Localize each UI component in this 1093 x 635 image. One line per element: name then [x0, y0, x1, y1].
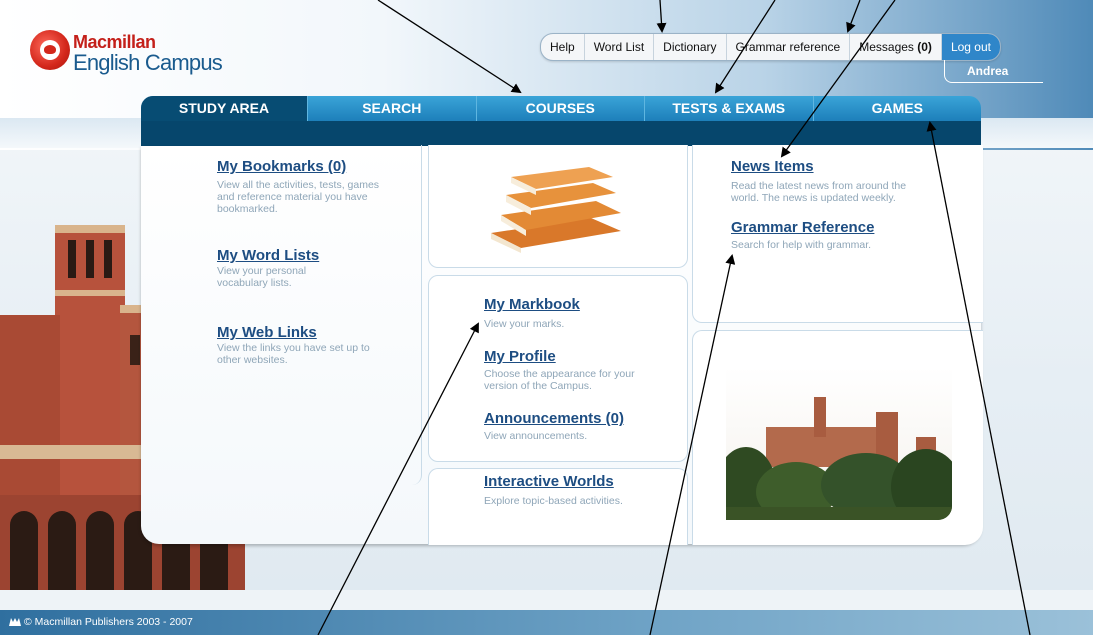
grammar-reference-link[interactable]: Grammar reference: [727, 34, 851, 60]
tab-tests-exams[interactable]: TESTS & EXAMS: [645, 96, 814, 121]
my-bookmarks-link[interactable]: My Bookmarks (0): [217, 158, 346, 175]
my-web-links-desc: View the links you have set up to other …: [217, 342, 370, 366]
dictionary-link[interactable]: Dictionary: [654, 34, 727, 60]
logout-button[interactable]: Log out: [941, 34, 1000, 60]
my-profile-link[interactable]: My Profile: [484, 348, 556, 365]
interactive-worlds-desc: Explore topic-based activities.: [484, 495, 623, 507]
tab-search[interactable]: SEARCH: [308, 96, 477, 121]
grammar-reference-desc: Search for help with grammar.: [731, 239, 872, 251]
announcements-desc: View announcements.: [484, 430, 588, 442]
copyright-text: © Macmillan Publishers 2003 - 2007: [24, 616, 193, 628]
main-nav: STUDY AREA SEARCH COURSES TESTS & EXAMS …: [141, 96, 981, 121]
messages-link[interactable]: Messages (0): [850, 34, 942, 60]
page: Macmillan English Campus Help Word List …: [0, 0, 1093, 635]
news-items-desc: Read the latest news from around the wor…: [731, 180, 907, 204]
tab-games[interactable]: GAMES: [814, 96, 982, 121]
my-web-links-link[interactable]: My Web Links: [217, 324, 317, 341]
help-link[interactable]: Help: [541, 34, 585, 60]
messages-count: (0): [917, 40, 932, 54]
messages-label: Messages: [859, 40, 914, 54]
word-list-link[interactable]: Word List: [585, 34, 655, 60]
books-image: [491, 167, 621, 253]
my-word-lists-desc: View your personal vocabulary lists.: [217, 265, 307, 289]
my-word-lists-link[interactable]: My Word Lists: [217, 247, 319, 264]
bottom-strip: [0, 590, 1093, 610]
macmillan-logo[interactable]: Macmillan English Campus: [30, 30, 230, 80]
footer: © Macmillan Publishers 2003 - 2007: [0, 610, 1093, 635]
tab-study-area[interactable]: STUDY AREA: [141, 96, 308, 121]
books-image-box: [428, 145, 688, 268]
user-badge: Andrea: [944, 60, 1043, 83]
top-links-bar: Help Word List Dictionary Grammar refere…: [540, 33, 1001, 61]
grammar-reference-section-link[interactable]: Grammar Reference: [731, 219, 874, 236]
macmillan-footer-icon: [9, 618, 21, 626]
study-area-panel: My Bookmarks (0) View all the activities…: [141, 145, 983, 545]
nav-sub-bar: [141, 121, 981, 146]
tab-courses[interactable]: COURSES: [477, 96, 645, 121]
my-bookmarks-desc: View all the activities, tests, games an…: [217, 179, 380, 215]
announcements-link[interactable]: Announcements (0): [484, 410, 624, 427]
logo-text-english-campus: English Campus: [73, 50, 223, 75]
news-items-link[interactable]: News Items: [731, 158, 814, 175]
user-name: Andrea: [967, 64, 1009, 78]
my-markbook-link[interactable]: My Markbook: [484, 296, 580, 313]
macmillan-logo-icon: [30, 30, 70, 70]
interactive-worlds-link[interactable]: Interactive Worlds: [484, 473, 614, 490]
my-profile-desc: Choose the appearance for your version o…: [484, 368, 635, 392]
campus-photo: [726, 367, 952, 520]
my-markbook-desc: View your marks.: [484, 318, 565, 330]
